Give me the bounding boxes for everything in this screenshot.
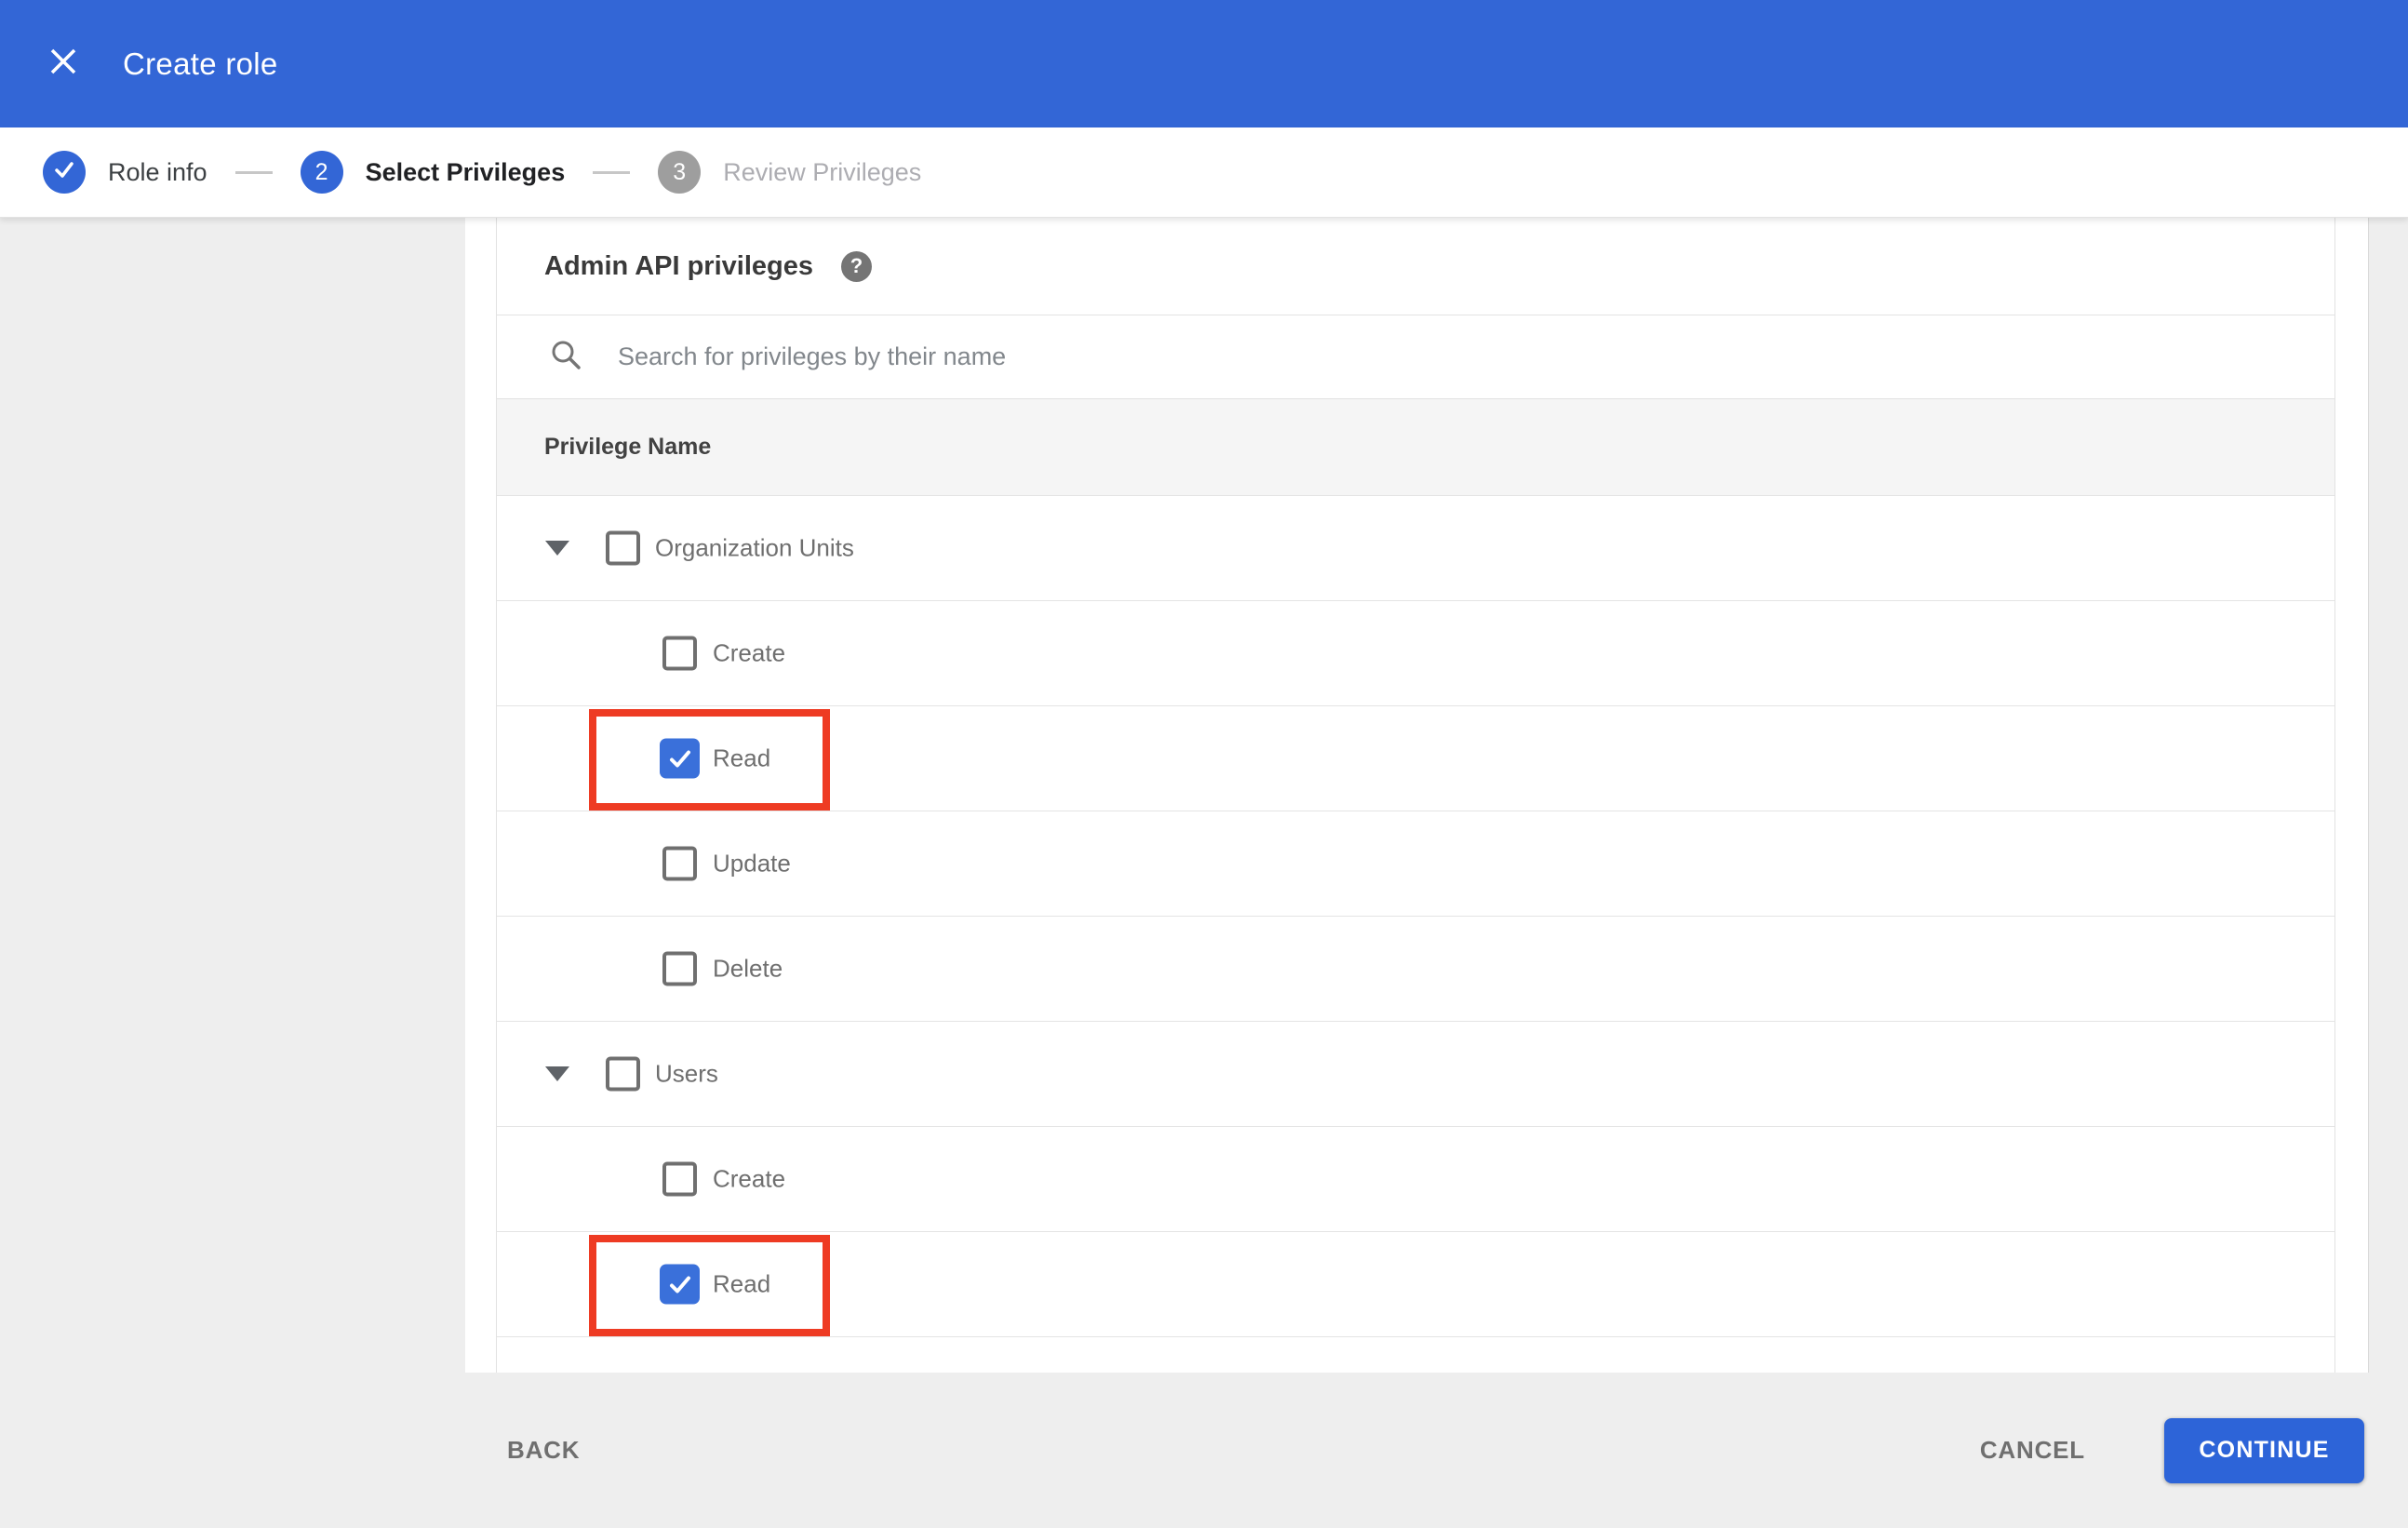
privilege-checkbox[interactable] [662, 1161, 697, 1197]
privilege-label: Create [713, 1164, 786, 1193]
privilege-checkbox[interactable] [662, 951, 697, 986]
privilege-label: Create [713, 638, 786, 667]
step-role-info[interactable]: Role info [43, 151, 207, 194]
right-rail-background [2368, 218, 2408, 1373]
privilege-label: Organization Units [655, 533, 854, 562]
privileges-panel: Admin API privileges ? Privilege Name Or… [496, 218, 2335, 1373]
step-review-privileges[interactable]: 3 Review Privileges [658, 151, 921, 194]
footer-bar: BACK CANCEL CONTINUE [0, 1373, 2408, 1528]
step-number-circle: 3 [658, 151, 702, 194]
check-icon [50, 155, 78, 190]
step-complete-circle [43, 151, 86, 194]
privilege-row: Read [497, 705, 2334, 811]
annotation-highlight-box [589, 1235, 830, 1336]
search-icon [549, 338, 582, 376]
privilege-row: Delete [497, 916, 2334, 1021]
privilege-row: Create [497, 600, 2334, 705]
privilege-row-partial [497, 1336, 2334, 1373]
expand-arrow-icon[interactable] [545, 1066, 569, 1081]
privilege-row: Users [497, 1021, 2334, 1126]
dialog-title: Create role [123, 46, 278, 81]
privilege-checkbox[interactable] [606, 530, 640, 566]
search-input[interactable] [618, 342, 2013, 371]
panel-heading: Admin API privileges ? [497, 218, 2334, 315]
privilege-checkbox[interactable] [606, 1056, 640, 1092]
help-icon[interactable]: ? [841, 250, 872, 282]
privilege-checkbox[interactable] [662, 636, 697, 671]
cancel-button[interactable]: CANCEL [1980, 1436, 2085, 1465]
privilege-checkbox[interactable] [662, 846, 697, 881]
checkmark-icon [669, 750, 690, 767]
step-connector [234, 170, 273, 174]
privilege-label: Read [713, 1269, 771, 1298]
continue-button[interactable]: CONTINUE [2164, 1417, 2364, 1483]
privilege-row: Create [497, 1126, 2334, 1231]
privilege-label: Delete [713, 954, 783, 983]
appbar: Create role [0, 0, 2408, 127]
privilege-search-row [497, 315, 2334, 398]
step-connector [593, 170, 631, 174]
step-label: Role info [108, 157, 207, 186]
privilege-table-body: Organization Units Create Read Update De… [497, 495, 2334, 1336]
left-rail-background [0, 218, 465, 1373]
privilege-row: Read [497, 1231, 2334, 1336]
step-label: Select Privileges [365, 157, 566, 186]
step-number-circle: 2 [300, 151, 343, 194]
checkmark-icon [669, 1276, 690, 1293]
privilege-row: Update [497, 811, 2334, 916]
stepper: Role info 2 Select Privileges 3 Review P… [0, 127, 2408, 218]
panel-title: Admin API privileges [544, 250, 813, 281]
close-icon [46, 44, 81, 84]
privilege-checkbox[interactable] [660, 738, 700, 779]
step-select-privileges[interactable]: 2 Select Privileges [300, 151, 566, 194]
back-button[interactable]: BACK [507, 1436, 580, 1465]
annotation-highlight-box [589, 709, 830, 811]
privilege-label: Read [713, 744, 771, 772]
privilege-row: Organization Units [497, 495, 2334, 600]
table-header: Privilege Name [497, 398, 2334, 495]
expand-arrow-icon[interactable] [545, 541, 569, 556]
step-label: Review Privileges [723, 157, 922, 186]
privilege-label: Update [713, 849, 791, 878]
close-button[interactable] [41, 42, 86, 87]
privilege-label: Users [655, 1059, 718, 1088]
main-area: Admin API privileges ? Privilege Name Or… [0, 218, 2408, 1373]
privilege-checkbox[interactable] [660, 1264, 700, 1305]
